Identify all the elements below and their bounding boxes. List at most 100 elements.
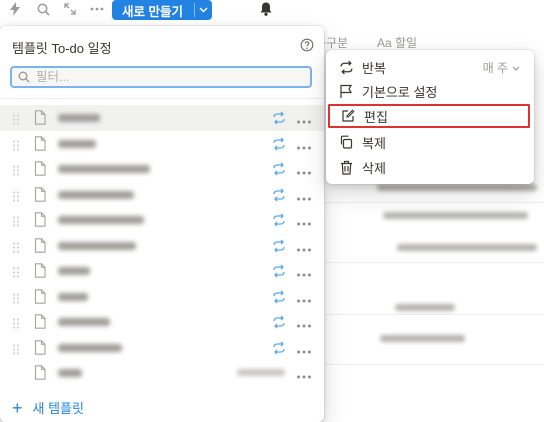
- search-icon[interactable]: [34, 1, 52, 17]
- repeat-icon: [272, 213, 286, 227]
- document-icon: [34, 339, 46, 355]
- more-icon[interactable]: [296, 315, 312, 329]
- plus-icon: +: [12, 397, 23, 418]
- drag-handle-icon[interactable]: [12, 342, 20, 355]
- template-name: [58, 292, 88, 301]
- document-icon: [34, 186, 46, 202]
- template-name: [58, 114, 100, 122]
- menu-item-edit[interactable]: 편집: [328, 104, 530, 128]
- menu-item-set-default[interactable]: 기본으로 설정: [326, 79, 534, 103]
- filter-box: [10, 66, 312, 88]
- repeat-icon: [272, 315, 286, 329]
- lightning-icon[interactable]: [6, 1, 24, 17]
- bell-icon[interactable]: [258, 1, 274, 17]
- flag-icon: [338, 83, 354, 99]
- more-icon[interactable]: [296, 188, 312, 202]
- template-item[interactable]: [0, 156, 324, 182]
- template-item[interactable]: [0, 309, 324, 335]
- more-icon[interactable]: [296, 213, 312, 227]
- chevron-down-icon[interactable]: [195, 7, 212, 13]
- new-button[interactable]: 새로 만들기: [112, 0, 212, 20]
- drag-handle-icon[interactable]: [12, 240, 20, 253]
- menu-item-label: 복제: [362, 135, 386, 151]
- drag-handle-icon[interactable]: [12, 265, 20, 278]
- edit-icon: [340, 108, 356, 124]
- db-cell: [395, 304, 455, 311]
- template-name: [58, 369, 82, 377]
- menu-item-label: 반복: [362, 60, 386, 76]
- chevron-down-icon: [512, 60, 520, 74]
- more-icon[interactable]: [296, 162, 312, 176]
- db-cell: [383, 212, 528, 219]
- document-icon: [34, 212, 46, 227]
- document-icon: [34, 110, 46, 125]
- template-name: [58, 267, 90, 275]
- db-cell: [397, 244, 537, 251]
- more-icon[interactable]: [296, 264, 312, 278]
- drag-handle-icon[interactable]: [12, 214, 20, 227]
- more-icon[interactable]: [296, 239, 312, 253]
- template-item[interactable]: [0, 258, 324, 284]
- menu-item-label: 편집: [364, 109, 388, 125]
- template-meta: [237, 369, 285, 376]
- template-name: [58, 190, 134, 199]
- menu-item-delete[interactable]: 삭제: [326, 155, 534, 179]
- template-item[interactable]: [0, 284, 324, 310]
- top-toolbar: 새로 만들기: [0, 0, 544, 20]
- menu-item-duplicate[interactable]: 복제: [326, 130, 534, 154]
- template-name: [58, 241, 136, 250]
- repeat-value[interactable]: 매 주: [483, 59, 520, 76]
- repeat-icon: [272, 111, 286, 125]
- template-context-menu: 반복 매 주기본으로 설정편집복제삭제: [326, 50, 534, 184]
- db-cell: [377, 184, 537, 191]
- more-icon[interactable]: [296, 111, 312, 125]
- row-divider: [325, 364, 544, 365]
- repeat-icon: [338, 59, 354, 75]
- menu-item-label: 기본으로 설정: [362, 84, 438, 100]
- panel-title: 템플릿 To-do 일정: [12, 41, 112, 56]
- template-list: [0, 105, 324, 386]
- template-name: [58, 165, 150, 173]
- template-item[interactable]: [0, 335, 324, 361]
- filter-input[interactable]: [34, 69, 288, 85]
- drag-handle-icon[interactable]: [12, 316, 20, 329]
- document-icon: [34, 237, 46, 253]
- drag-handle-icon[interactable]: [12, 112, 20, 125]
- drag-handle-icon[interactable]: [12, 138, 20, 151]
- help-icon[interactable]: [300, 38, 314, 52]
- template-item[interactable]: [0, 182, 324, 208]
- search-icon: [18, 71, 30, 83]
- template-item[interactable]: [0, 131, 324, 157]
- document-icon: [34, 288, 46, 304]
- new-button-label: 새로 만들기: [122, 4, 183, 19]
- more-icon[interactable]: [296, 366, 312, 380]
- more-icon[interactable]: [88, 1, 106, 17]
- document-icon: [34, 314, 46, 329]
- template-item[interactable]: [0, 207, 324, 233]
- document-icon: [34, 263, 46, 278]
- more-icon[interactable]: [296, 341, 312, 355]
- repeat-icon: [272, 341, 286, 355]
- divider: [0, 98, 324, 99]
- drag-handle-icon[interactable]: [12, 163, 20, 176]
- new-template-button[interactable]: + 새 템플릿: [12, 398, 84, 417]
- document-icon: [34, 161, 46, 176]
- new-template-label: 새 템플릿: [32, 401, 84, 416]
- more-icon[interactable]: [296, 290, 312, 304]
- row-divider: [325, 262, 544, 263]
- document-icon: [34, 365, 46, 380]
- template-item[interactable]: [0, 105, 324, 131]
- trash-icon: [338, 159, 354, 175]
- drag-handle-icon[interactable]: [12, 291, 20, 304]
- templates-panel: 템플릿 To-do 일정 + 새 템플릿: [0, 26, 324, 422]
- duplicate-icon: [338, 134, 354, 150]
- expand-icon[interactable]: [61, 1, 79, 17]
- column-header-task[interactable]: Aa 할일: [377, 34, 417, 51]
- repeat-icon: [272, 188, 286, 202]
- template-item[interactable]: [0, 360, 324, 386]
- template-item[interactable]: [0, 233, 324, 259]
- row-divider: [325, 202, 544, 203]
- more-icon[interactable]: [296, 137, 312, 151]
- menu-item-repeat[interactable]: 반복 매 주: [326, 55, 534, 79]
- drag-handle-icon[interactable]: [12, 189, 20, 202]
